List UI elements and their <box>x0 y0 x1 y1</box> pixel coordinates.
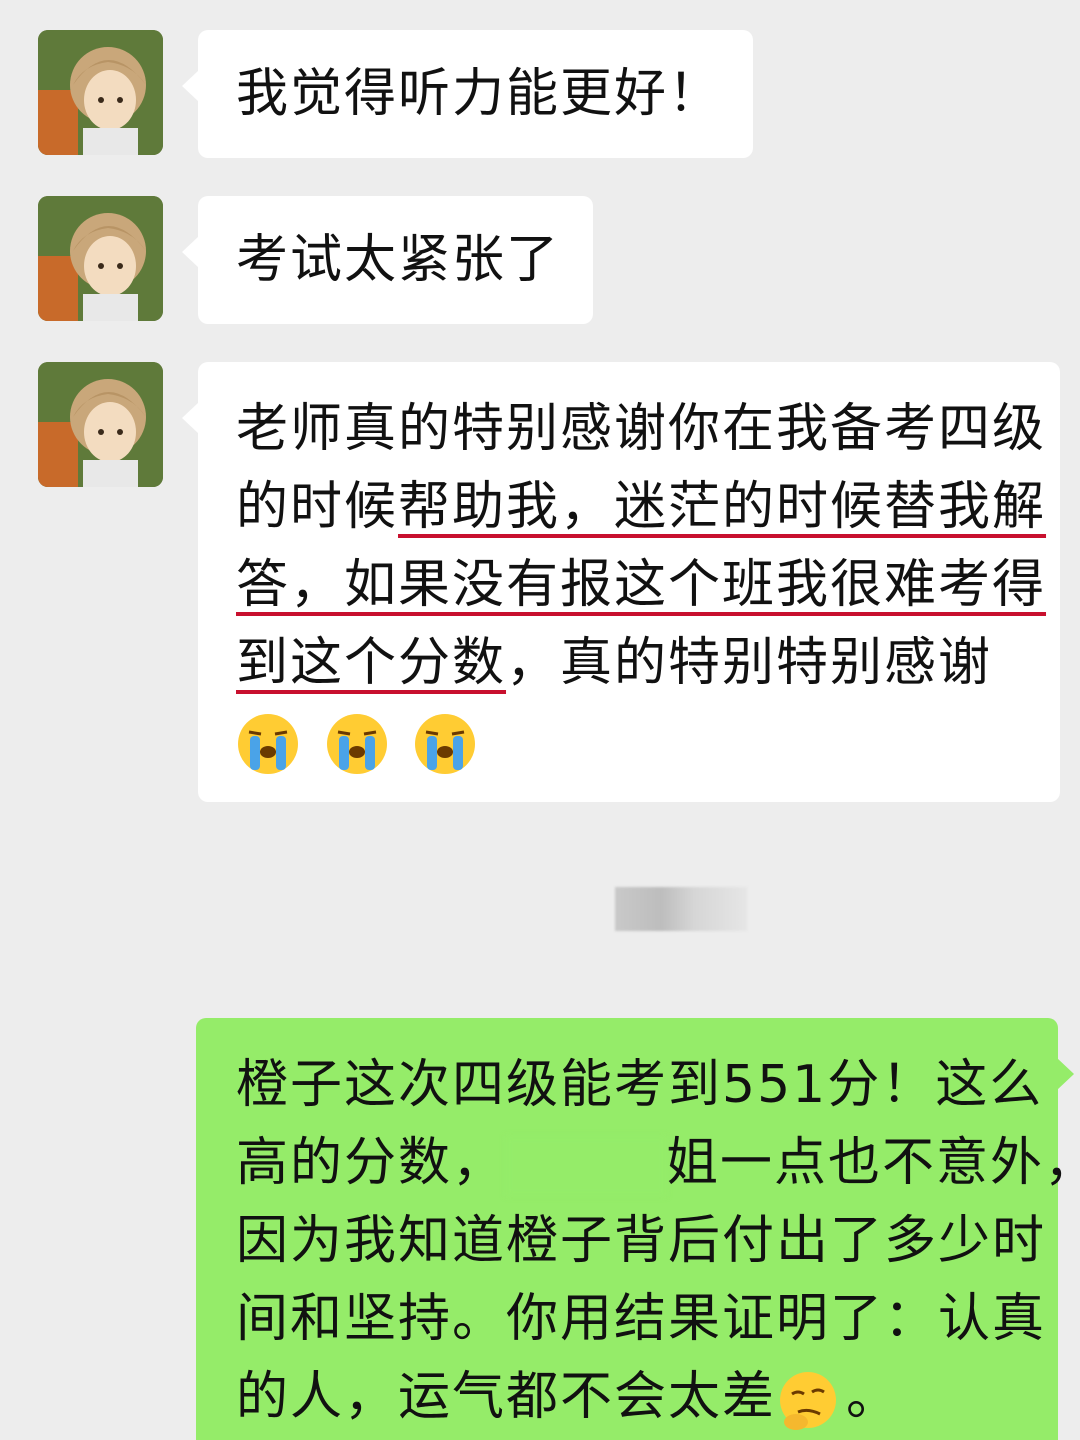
message-text-segment: 的人，运气都不会太差 <box>236 1367 777 1427</box>
loudly-crying-face-emoji <box>238 714 298 774</box>
message-text-line: 的人，运气都不会太差 。 <box>236 1358 1018 1436</box>
message-text-line: 的时候帮助我，迷茫的时候替我解 <box>236 468 1044 546</box>
message-text-segment: ，真的特别特别感谢 <box>506 633 993 693</box>
message-text-line: 间和坚持。你用结果证明了：认真 <box>236 1289 1047 1349</box>
blurred-timestamp <box>615 887 747 931</box>
message-bubble[interactable]: 我觉得听力能更好！ <box>182 30 753 158</box>
message-text-segment: 姐一点也不意外， <box>666 1133 1080 1193</box>
message-text: 考试太紧张了 <box>236 230 561 290</box>
underlined-text: 到这个分数 <box>236 633 507 693</box>
message-text-line: 因为我知道橙子背后付出了多少时 <box>236 1211 1047 1271</box>
message-bubble-self[interactable]: 橙子这次四级能考到551分！这么 高的分数， 姐一点也不意外， 因为我知道橙子背后… <box>196 1018 1080 1440</box>
message-text-line: 到这个分数，真的特别特别感谢 <box>236 624 1022 702</box>
redacted-name <box>506 1136 667 1196</box>
message-bubble[interactable]: 老师真的特别感谢你在我备考四级 的时候帮助我，迷茫的时候替我解 答，如果没有报这… <box>182 362 1060 802</box>
emoji-row <box>236 702 1022 780</box>
contact-avatar[interactable] <box>38 362 163 487</box>
message-bubble[interactable]: 考试太紧张了 <box>182 196 593 324</box>
message-text-line: 答，如果没有报这个班我很难考得 <box>236 546 1044 624</box>
message-text: 我觉得听力能更好！ <box>236 64 723 124</box>
message-text-segment: 的时候 <box>236 477 399 537</box>
loudly-crying-face-emoji <box>415 714 476 774</box>
underlined-text: 帮助我，迷茫的时候替我解 <box>398 477 1047 537</box>
message-text-line: 老师真的特别感谢你在我备考四级 <box>236 399 1047 459</box>
thinking-smirk-emoji <box>780 1372 837 1430</box>
message-text-segment: 高的分数， <box>236 1133 507 1193</box>
message-text-segment: 。 <box>846 1367 901 1427</box>
message-text-line: 橙子这次四级能考到551分！这么 <box>236 1055 1044 1115</box>
contact-avatar[interactable] <box>38 30 163 155</box>
chat-window: 我觉得听力能更好！ 考试太紧张了 老师真的特别感谢你在我备考四级 的时候帮助我，… <box>0 0 1080 1440</box>
loudly-crying-face-emoji <box>326 714 387 774</box>
underlined-text: 答，如果没有报这个班我很难考得 <box>236 555 1047 615</box>
message-text-line: 高的分数， 姐一点也不意外， <box>236 1124 1080 1202</box>
contact-avatar[interactable] <box>38 196 163 321</box>
